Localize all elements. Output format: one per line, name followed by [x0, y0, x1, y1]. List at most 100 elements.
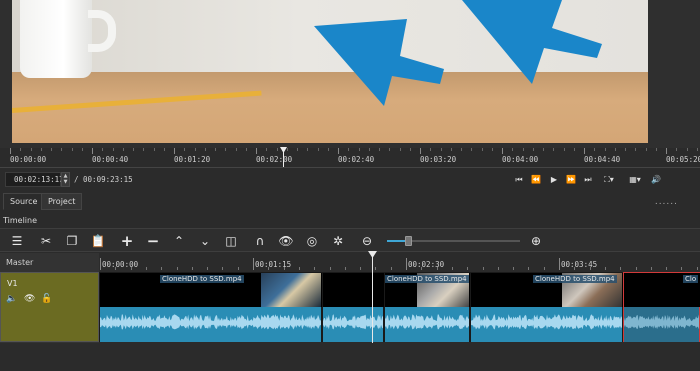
target-icon[interactable]: ◎: [304, 233, 320, 249]
preview-ruler[interactable]: 00:00:00 00:00:40 00:01:20 00:02:00 00:02:40…: [0, 147, 700, 168]
menu-icon[interactable]: ☰: [9, 233, 25, 249]
timeline-ruler-minor-tick: [604, 267, 606, 270]
ruler-minor-tick: [61, 148, 63, 151]
ruler-minor-tick: [327, 148, 329, 151]
clip-label: CloneHDD to SSD.mp4: [533, 275, 617, 283]
timeline-ruler-minor-tick: [115, 267, 117, 270]
minus-icon[interactable]: −: [145, 233, 161, 249]
timeline-ruler[interactable]: 00:00:00 00:01:15 00:02:30 00:03:45: [99, 256, 700, 270]
ruler-minor-tick: [184, 148, 186, 151]
timecode-input[interactable]: 00:02:13:17: [5, 172, 64, 187]
ruler-minor-tick: [297, 148, 298, 151]
clip[interactable]: CloneHDD to SSD.mp4: [99, 272, 323, 342]
timeline-ruler-minor-tick: [176, 267, 178, 270]
ruler-minor-tick: [153, 148, 155, 151]
ruler-tick: [502, 148, 503, 154]
ruler-minor-tick: [594, 148, 596, 151]
ruler-minor-tick: [266, 148, 268, 151]
ruler-tick: [174, 148, 175, 154]
timeline-ruler-minor-tick: [513, 267, 515, 270]
ruler-label: 00:03:20: [420, 155, 457, 164]
timeline-ruler-tick: [253, 258, 254, 270]
fast-forward-icon[interactable]: ⏩: [565, 173, 577, 187]
timeline-ruler-label: 00:03:45: [561, 260, 598, 269]
ruler-label: 00:00:00: [10, 155, 47, 164]
magnet-icon[interactable]: ∩: [252, 233, 268, 249]
ruler-minor-tick: [655, 148, 657, 151]
visibility-icon[interactable]: 👁: [24, 294, 35, 304]
audio-waveform: [624, 307, 699, 342]
total-duration: / 00:09:23:15: [74, 175, 133, 184]
timeline-ruler-label: 00:01:15: [255, 260, 292, 269]
ruler-minor-tick: [215, 148, 216, 151]
skip-to-start-icon[interactable]: ⏮: [513, 173, 525, 187]
ruler-label: 00:02:00: [256, 155, 293, 164]
clip-label: Clo: [683, 275, 699, 283]
split-icon[interactable]: ◫: [223, 233, 239, 249]
rewind-icon[interactable]: ⏪: [530, 173, 542, 187]
track-name: V1: [7, 279, 18, 288]
ruler-minor-tick: [81, 148, 83, 151]
chevron-up-icon[interactable]: ⌃: [171, 233, 187, 249]
timeline-ruler-minor-tick: [696, 267, 698, 270]
timeline-ruler-minor-tick: [574, 267, 576, 270]
lock-icon[interactable]: 🔓: [41, 294, 52, 304]
audio-waveform: [100, 307, 321, 342]
timeline-ruler-minor-tick: [145, 267, 147, 270]
clip-selected[interactable]: Clo: [623, 272, 700, 342]
timeline-ruler-minor-tick: [283, 267, 285, 270]
ruler-tick: [584, 148, 585, 154]
ruler-minor-tick: [399, 148, 401, 151]
ruler-minor-tick: [368, 148, 370, 151]
clip[interactable]: CloneHDD to SSD.mp4: [384, 272, 471, 342]
ruler-minor-tick: [522, 148, 524, 151]
asterisk-icon[interactable]: ✲: [330, 233, 346, 249]
ruler-minor-tick: [512, 148, 514, 151]
zoom-dropdown-icon[interactable]: ⛶▾: [599, 173, 619, 187]
zoom-out-icon[interactable]: ⊖: [359, 233, 375, 249]
play-icon[interactable]: ▶: [548, 173, 560, 187]
audio-waveform: [385, 307, 469, 342]
plus-icon[interactable]: +: [119, 233, 135, 249]
skip-to-end-icon[interactable]: ⏭: [582, 173, 594, 187]
zoom-slider-handle[interactable]: [405, 236, 412, 246]
tab-project[interactable]: Project: [41, 193, 83, 210]
grid-dropdown-icon[interactable]: ▦▾: [625, 173, 645, 187]
ruler-tick: [420, 148, 421, 154]
ruler-label: 00:04:40: [584, 155, 621, 164]
ruler-minor-tick: [471, 148, 473, 151]
master-track-header[interactable]: Master: [0, 255, 99, 270]
track-header-v1[interactable]: V1 🔈 👁 🔓: [0, 272, 99, 342]
ruler-label: 00:01:20: [174, 155, 211, 164]
chevron-down-icon[interactable]: ⌄: [197, 233, 213, 249]
clip-label: CloneHDD to SSD.mp4: [160, 275, 244, 283]
ruler-minor-tick: [573, 148, 575, 151]
zoom-in-icon[interactable]: ⊕: [528, 233, 544, 249]
audio-icon[interactable]: 🔈: [6, 294, 17, 304]
volume-icon[interactable]: 🔊: [650, 173, 662, 187]
tab-source[interactable]: Source: [3, 193, 45, 210]
ruler-minor-tick: [450, 148, 452, 151]
ruler-minor-tick: [20, 148, 22, 151]
ruler-minor-tick: [604, 148, 606, 151]
ruler-label: 00:04:00: [502, 155, 539, 164]
timeline-ruler-minor-tick: [528, 267, 530, 270]
scissors-icon[interactable]: ✂: [38, 233, 54, 249]
ruler-minor-tick: [430, 148, 432, 151]
clip[interactable]: [322, 272, 385, 342]
ruler-minor-tick: [379, 148, 380, 151]
clip[interactable]: CloneHDD to SSD.mp4: [470, 272, 624, 342]
paste-icon[interactable]: 📋: [90, 233, 106, 249]
ruler-minor-tick: [635, 148, 637, 151]
copy-icon[interactable]: ❐: [64, 233, 80, 249]
ruler-minor-tick: [440, 148, 442, 151]
timeline-ruler-minor-tick: [681, 267, 683, 270]
timeline-title: Timeline: [3, 216, 38, 225]
timeline-ruler-minor-tick: [650, 267, 652, 270]
ruler-minor-tick: [491, 148, 493, 151]
timecode-spinner[interactable]: ▲ ▼: [61, 172, 70, 187]
panel-options-icon[interactable]: ......: [655, 197, 678, 207]
eye-icon[interactable]: 👁: [278, 233, 294, 249]
timeline-ruler-minor-tick: [589, 267, 591, 270]
timeline-ruler-minor-tick: [451, 267, 453, 270]
